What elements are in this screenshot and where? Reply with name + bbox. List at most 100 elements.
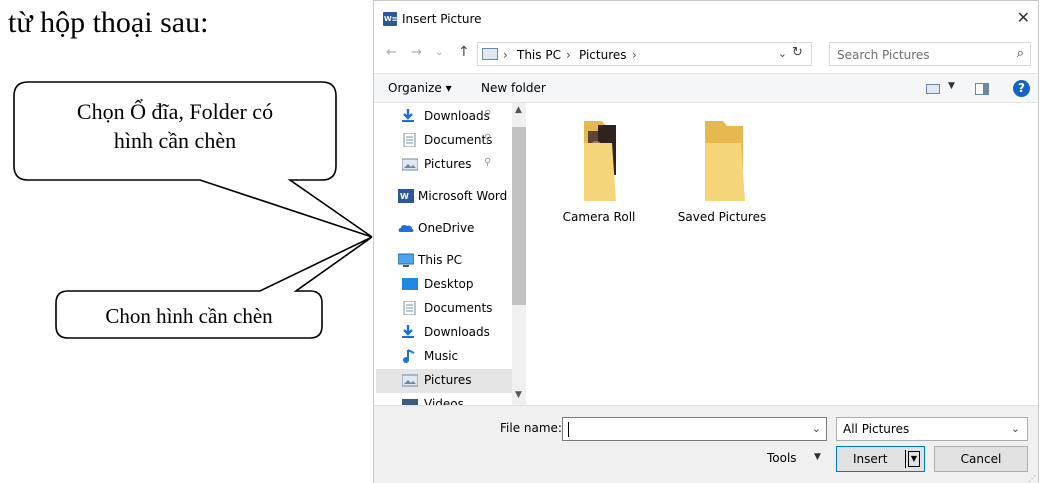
sidebar-item-label: Downloads	[424, 109, 490, 123]
sidebar-item-downloads[interactable]: Downloads	[376, 321, 512, 345]
svg-text:W: W	[400, 192, 409, 201]
sidebar-item-label: This PC	[418, 253, 462, 267]
sidebar-item-label: Videos	[424, 397, 464, 405]
video-icon	[402, 399, 418, 405]
pictures-icon	[402, 374, 418, 387]
cancel-button[interactable]: Cancel	[934, 446, 1028, 472]
dialog-footer: File name: ⌄ All Pictures ⌄ Tools ▼ Inse…	[374, 405, 1038, 483]
sidebar-item-music[interactable]: Music	[376, 345, 512, 369]
desktop-icon	[402, 278, 418, 290]
view-dropdown-icon[interactable]: ▼	[948, 81, 955, 91]
word-app-icon: W≡	[383, 12, 398, 26]
folder-camera-roll[interactable]: Camera Roll	[544, 103, 654, 224]
command-toolbar: Organize ▾ New folder ▼ ?	[374, 73, 1038, 103]
callout-2-line1: Chon hình cần chèn	[105, 304, 273, 328]
new-folder-button[interactable]: New folder	[481, 81, 546, 95]
scroll-down-icon[interactable]: ▼	[515, 390, 522, 400]
sidebar-item-this-pc[interactable]: This PC	[376, 249, 512, 273]
sidebar-item-pictures-quick[interactable]: Pictures ⚲	[376, 153, 512, 177]
pin-icon: ⚲	[484, 157, 492, 168]
search-box[interactable]: Search Pictures ⌕	[829, 42, 1031, 66]
file-list: Camera Roll Saved Pictures	[526, 103, 1038, 405]
folder-saved-pictures[interactable]: Saved Pictures	[667, 103, 777, 224]
address-bar[interactable]: › This PC › Pictures › ⌄	[477, 42, 812, 66]
dialog-title: Insert Picture	[402, 12, 482, 26]
breadcrumb-this-pc[interactable]: This PC	[517, 48, 561, 62]
cancel-label: Cancel	[960, 452, 1002, 466]
chevron-down-icon: ⌄	[1010, 422, 1020, 435]
breadcrumb-pictures[interactable]: Pictures	[579, 48, 627, 62]
folder-icon	[705, 121, 745, 201]
pc-icon	[482, 48, 498, 60]
chevron-down-icon[interactable]: ⌄	[812, 422, 821, 435]
scroll-thumb[interactable]	[512, 127, 526, 305]
navigation-scrollbar[interactable]: ▲ ▼	[512, 103, 526, 405]
insert-label: Insert	[853, 452, 888, 466]
search-icon: ⌕	[1016, 46, 1024, 61]
sidebar-item-microsoft-word[interactable]: W Microsoft Word	[376, 185, 512, 209]
pin-icon: ⚲	[484, 133, 492, 144]
insert-picture-dialog: W≡ Insert Picture ✕ ← → ⌄ ↑ › This PC › …	[373, 0, 1039, 483]
recent-locations-icon[interactable]: ⌄	[435, 47, 443, 58]
close-icon[interactable]: ✕	[1017, 8, 1030, 28]
sidebar-item-videos[interactable]: Videos	[376, 393, 512, 405]
forward-arrow-icon[interactable]: →	[411, 45, 422, 60]
callout-1-line2: hình cần chèn	[113, 128, 237, 153]
change-view-icon[interactable]	[926, 84, 940, 94]
back-arrow-icon[interactable]: ←	[386, 45, 397, 60]
sidebar-item-pictures[interactable]: Pictures	[376, 369, 512, 393]
file-name-label: File name:	[500, 421, 562, 435]
callout-choose-image: Chon hình cần chèn	[56, 291, 322, 338]
breadcrumb-separator: ›	[632, 48, 637, 62]
tools-dropdown-icon[interactable]: ▼	[814, 452, 821, 462]
text-cursor	[568, 422, 569, 437]
sidebar-item-label: Pictures	[424, 373, 472, 387]
resize-grip-icon[interactable]: ⋰	[1028, 474, 1036, 483]
sidebar-item-label: Music	[424, 349, 459, 363]
sidebar-item-documents-quick[interactable]: Documents ⚲	[376, 129, 512, 153]
sidebar-item-onedrive[interactable]: OneDrive	[376, 217, 512, 241]
pc-icon	[398, 253, 414, 267]
address-dropdown-icon[interactable]: ⌄	[778, 47, 787, 60]
download-icon	[402, 109, 414, 122]
sidebar-item-documents[interactable]: Documents	[376, 297, 512, 321]
word-icon: W	[398, 189, 414, 203]
onedrive-icon	[398, 224, 414, 232]
tools-button[interactable]: Tools	[767, 451, 797, 465]
file-type-value: All Pictures	[843, 422, 910, 436]
sidebar-item-label: Documents	[424, 133, 493, 147]
folder-label: Saved Pictures	[677, 210, 767, 224]
document-icon	[403, 133, 416, 147]
document-icon	[403, 301, 416, 315]
sidebar-item-label: Pictures	[424, 157, 472, 171]
breadcrumb-separator: ›	[566, 48, 571, 62]
music-icon	[403, 349, 415, 363]
callout-1-line1: Chọn Ổ đĩa, Folder có	[76, 99, 274, 124]
document-heading: từ hộp thoại sau:	[8, 6, 209, 39]
preview-pane-icon[interactable]	[975, 83, 989, 95]
up-arrow-icon[interactable]: ↑	[458, 44, 470, 60]
file-type-select[interactable]: All Pictures ⌄	[836, 417, 1028, 441]
photo-folder-icon	[584, 121, 616, 201]
help-icon[interactable]: ?	[1013, 80, 1030, 97]
sidebar-item-label: Desktop	[424, 277, 474, 291]
organize-button[interactable]: Organize ▾	[388, 81, 452, 95]
split-divider	[905, 450, 906, 468]
sidebar-item-label: Downloads	[424, 325, 490, 339]
breadcrumb-separator: ›	[503, 48, 508, 62]
sidebar-item-label: Documents	[424, 301, 493, 315]
folder-label: Camera Roll	[562, 210, 636, 224]
pictures-icon	[402, 158, 418, 171]
sidebar-item-label: OneDrive	[418, 221, 475, 235]
insert-button[interactable]: Insert ▼	[836, 446, 925, 472]
file-name-input[interactable]: ⌄	[562, 417, 827, 441]
scroll-up-icon[interactable]: ▲	[515, 105, 522, 115]
search-placeholder: Search Pictures	[837, 48, 930, 62]
callout-shapes	[13, 81, 373, 339]
navigation-bar: ← → ⌄ ↑ › This PC › Pictures › ⌄ ↻ Searc…	[374, 41, 1038, 67]
title-bar: W≡ Insert Picture ✕	[374, 1, 1038, 39]
sidebar-item-downloads-quick[interactable]: Downloads ⚲	[376, 105, 512, 129]
sidebar-item-desktop[interactable]: Desktop	[376, 273, 512, 297]
refresh-icon[interactable]: ↻	[792, 45, 803, 60]
insert-dropdown-icon[interactable]: ▼	[908, 451, 920, 467]
